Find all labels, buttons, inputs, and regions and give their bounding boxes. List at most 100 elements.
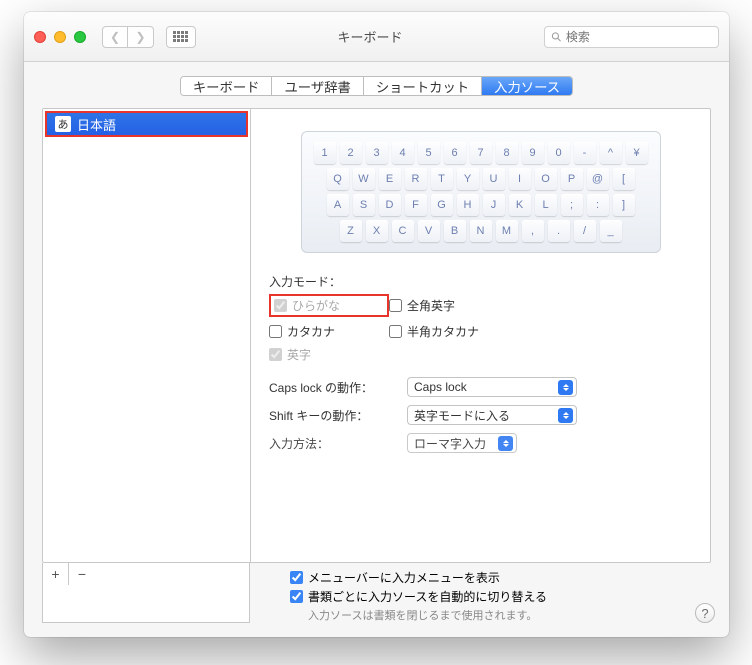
close-icon[interactable]	[34, 31, 46, 43]
chevron-updown-icon	[498, 436, 513, 451]
mode-hiragana: ひらがな	[269, 294, 389, 317]
remove-source-button[interactable]: −	[69, 563, 95, 585]
source-item-label: 日本語	[77, 115, 116, 134]
key-[: [	[613, 168, 635, 190]
chevron-updown-icon	[558, 408, 573, 423]
key-H: H	[457, 194, 479, 216]
key-K: K	[509, 194, 531, 216]
help-button[interactable]: ?	[695, 603, 715, 623]
search-icon	[551, 31, 562, 43]
key-C: C	[392, 220, 414, 242]
tab-userdict[interactable]: ユーザ辞書	[272, 77, 363, 95]
key-7: 7	[470, 142, 492, 164]
key-V: V	[418, 220, 440, 242]
key-T: T	[431, 168, 453, 190]
show-input-menu-check[interactable]: メニューバーに入力メニューを表示	[290, 569, 547, 586]
key-]: ]	[613, 194, 635, 216]
preferences-window: ❮ ❯ キーボード キーボード ユーザ辞書 ショートカット 入力ソース あ 日本	[24, 12, 729, 637]
key-^: ^	[600, 142, 622, 164]
key-@: @	[587, 168, 609, 190]
search-input[interactable]	[566, 30, 712, 44]
key-_: _	[600, 220, 622, 242]
nav-back-forward: ❮ ❯	[102, 26, 154, 48]
titlebar: ❮ ❯ キーボード	[24, 12, 729, 62]
key-F: F	[405, 194, 427, 216]
capslock-select[interactable]: Caps lock	[407, 377, 577, 397]
shift-label: Shift キーの動作：	[269, 407, 399, 424]
capslock-row: Caps lock の動作： Caps lock	[269, 377, 692, 397]
tab-shortcuts[interactable]: ショートカット	[364, 77, 482, 95]
key-Y: Y	[457, 168, 479, 190]
key-I: I	[509, 168, 531, 190]
keyboard-preview: 1234567890-^¥ QWERTYUIOP@[ ASDFGHJKL;:] …	[301, 131, 661, 253]
tab-input-sources[interactable]: 入力ソース	[482, 77, 572, 95]
key-D: D	[379, 194, 401, 216]
source-item-japanese[interactable]: あ 日本語	[45, 111, 248, 137]
key-1: 1	[314, 142, 336, 164]
chevron-updown-icon	[558, 380, 573, 395]
key-L: L	[535, 194, 557, 216]
window-title: キーボード	[204, 27, 536, 46]
search-field[interactable]	[544, 26, 719, 48]
minimize-icon[interactable]	[54, 31, 66, 43]
show-all-button[interactable]	[166, 26, 196, 48]
key-/: /	[574, 220, 596, 242]
key-Z: Z	[340, 220, 362, 242]
key-A: A	[327, 194, 349, 216]
key-¥: ¥	[626, 142, 648, 164]
key-8: 8	[496, 142, 518, 164]
key-J: J	[483, 194, 505, 216]
main-split: あ 日本語 1234567890-^¥ QWERTYUIOP@[ ASDFGHJ…	[42, 108, 711, 563]
auto-switch-note: 入力ソースは書類を閉じるまで使用されます。	[308, 607, 547, 623]
key-3: 3	[366, 142, 388, 164]
key-N: N	[470, 220, 492, 242]
key-R: R	[405, 168, 427, 190]
key-9: 9	[522, 142, 544, 164]
source-detail: 1234567890-^¥ QWERTYUIOP@[ ASDFGHJKL;:] …	[251, 109, 710, 562]
key-W: W	[353, 168, 375, 190]
input-mode-label: 入力モード：	[269, 273, 692, 290]
key-6: 6	[444, 142, 466, 164]
traffic-lights	[34, 31, 86, 43]
key-.: .	[548, 220, 570, 242]
back-button[interactable]: ❮	[102, 26, 128, 48]
sources-sidebar: あ 日本語	[43, 109, 251, 562]
method-select[interactable]: ローマ字入力	[407, 433, 517, 453]
key-,: ,	[522, 220, 544, 242]
mode-hankaku-katakana[interactable]: 半角カタカナ	[389, 323, 519, 340]
forward-button[interactable]: ❯	[128, 26, 154, 48]
auto-switch-check[interactable]: 書類ごとに入力ソースを自動的に切り替える	[290, 588, 547, 605]
zoom-icon[interactable]	[74, 31, 86, 43]
method-row: 入力方法： ローマ字入力	[269, 433, 692, 453]
add-remove-bar: + −	[42, 563, 250, 623]
key-5: 5	[418, 142, 440, 164]
key-4: 4	[392, 142, 414, 164]
key-Q: Q	[327, 168, 349, 190]
mode-katakana[interactable]: カタカナ	[269, 323, 389, 340]
key-P: P	[561, 168, 583, 190]
method-label: 入力方法：	[269, 435, 399, 452]
hiragana-icon: あ	[55, 116, 71, 132]
shift-select[interactable]: 英字モードに入る	[407, 405, 577, 425]
capslock-label: Caps lock の動作：	[269, 379, 399, 396]
tab-segmented-control: キーボード ユーザ辞書 ショートカット 入力ソース	[180, 76, 573, 96]
mode-eiji: 英字	[269, 346, 389, 363]
key-0: 0	[548, 142, 570, 164]
key-X: X	[366, 220, 388, 242]
tabs-row: キーボード ユーザ辞書 ショートカット 入力ソース	[24, 62, 729, 108]
key--: -	[574, 142, 596, 164]
mode-zenkaku-eiji[interactable]: 全角英字	[389, 294, 519, 317]
key-;: ;	[561, 194, 583, 216]
key-:: :	[587, 194, 609, 216]
key-2: 2	[340, 142, 362, 164]
shift-row: Shift キーの動作： 英字モードに入る	[269, 405, 692, 425]
input-mode-grid: ひらがな 全角英字 カタカナ 半角カタカナ 英字	[269, 294, 692, 363]
add-source-button[interactable]: +	[43, 563, 69, 585]
key-O: O	[535, 168, 557, 190]
key-M: M	[496, 220, 518, 242]
key-B: B	[444, 220, 466, 242]
key-S: S	[353, 194, 375, 216]
tab-keyboard[interactable]: キーボード	[181, 77, 273, 95]
key-E: E	[379, 168, 401, 190]
key-U: U	[483, 168, 505, 190]
